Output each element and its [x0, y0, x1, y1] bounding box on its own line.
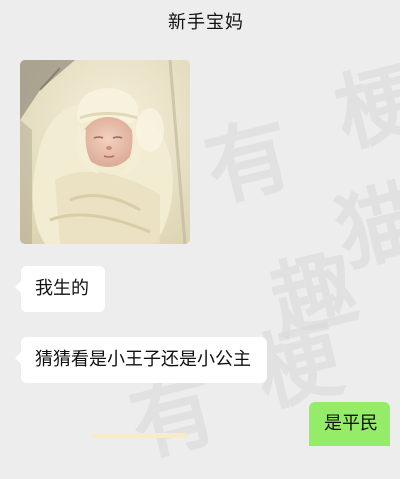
incoming-message[interactable]: 我生的	[15, 266, 105, 312]
message-text: 猜猜看是小王子还是小公主	[35, 349, 251, 370]
watermark-glyph: 梗	[325, 49, 400, 165]
newborn-baby-photo	[20, 60, 190, 244]
incoming-message[interactable]: 猜猜看是小王子还是小公主	[15, 337, 267, 383]
message-text: 是平民	[324, 413, 378, 434]
image-message[interactable]	[20, 60, 190, 244]
message-text: 我生的	[35, 278, 89, 299]
chat-title: 新手宝妈	[168, 12, 244, 33]
partial-message-edge	[92, 433, 187, 438]
watermark-glyph: 有	[195, 104, 302, 220]
watermark-glyph: 趣	[260, 237, 367, 353]
watermark-glyph: 猫	[325, 169, 400, 285]
chat-header: 新手宝妈	[12, 0, 400, 44]
outgoing-message[interactable]: 是平民	[309, 402, 390, 446]
